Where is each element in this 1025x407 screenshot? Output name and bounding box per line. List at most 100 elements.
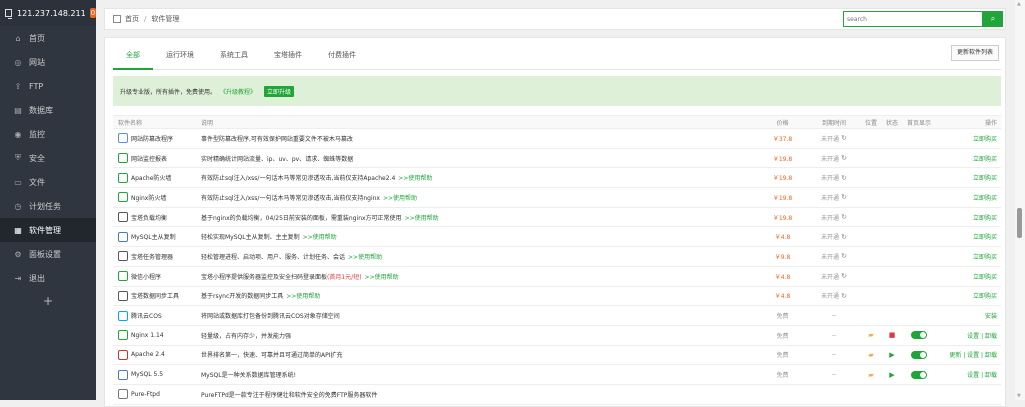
folder-icon[interactable]: ▰ (860, 371, 882, 379)
expire-cell: 未开通 ↻ (808, 252, 860, 261)
refresh-icon[interactable]: ↻ (841, 272, 847, 280)
action-link[interactable]: 更新 | 设置 | 卸载 (936, 350, 1001, 359)
tab-bt-plugins[interactable]: 宝塔插件 (261, 45, 315, 70)
play-icon[interactable]: ▶ (882, 371, 902, 379)
action-link[interactable]: 设置 | 卸载 (936, 331, 1001, 340)
tab-system-tools[interactable]: 系统工具 (207, 45, 261, 70)
add-shortcut-button[interactable]: + (0, 290, 96, 312)
breadcrumb: 首页 / 软件管理 (105, 14, 179, 24)
action-link[interactable]: 立即购买 (936, 272, 1001, 281)
action-link[interactable]: 设置 | 卸载 (936, 370, 1001, 379)
tab-paid-plugins[interactable]: 付费插件 (315, 45, 369, 70)
tab-all[interactable]: 全部 (113, 45, 153, 70)
help-link[interactable]: >>使用帮助 (398, 175, 432, 182)
scroll-up-icon[interactable]: ▲ (1017, 1, 1021, 7)
help-link[interactable]: >>使用帮助 (365, 274, 399, 281)
software-name-cell: MySQL 5.5 (113, 369, 201, 380)
help-link[interactable]: >>使用帮助 (348, 254, 382, 261)
action-link[interactable]: 立即购买 (936, 193, 1001, 202)
refresh-icon[interactable]: ↻ (841, 193, 847, 201)
help-link[interactable]: >>使用帮助 (303, 234, 337, 241)
software-name: 网站监控报表 (131, 155, 168, 163)
breadcrumb-current: 软件管理 (151, 15, 180, 23)
update-software-list-button[interactable]: 更新软件列表 (950, 45, 999, 61)
header-pos: 位置 (864, 119, 877, 127)
exit-icon: ⇥ (14, 273, 22, 283)
sidebar-item-7[interactable]: ◷ 计划任务 (0, 194, 96, 218)
help-link[interactable]: >>使用帮助 (286, 293, 320, 300)
refresh-icon[interactable]: ↻ (841, 292, 847, 300)
sidebar-item-1[interactable]: ◎ 网站 (0, 50, 96, 74)
help-link[interactable]: >>使用帮助 (383, 195, 417, 202)
action-link[interactable]: 立即购买 (936, 134, 1001, 143)
expire-text: 未开通 (821, 253, 840, 261)
promo-tutorial-link[interactable]: 《升级教程》 (220, 87, 256, 96)
sidebar-item-10[interactable]: ⇥ 退出 (0, 266, 96, 290)
refresh-icon[interactable]: ↻ (841, 134, 847, 142)
action-link[interactable]: 立即购买 (936, 252, 1001, 261)
sidebar-item-6[interactable]: ▭ 文件 (0, 170, 96, 194)
expire-cell: 未开通 ↻ (808, 232, 860, 242)
price: ￥9.8 (774, 253, 791, 261)
notification-badge[interactable]: 0 (89, 8, 96, 18)
breadcrumb-home[interactable]: 首页 (125, 14, 139, 24)
action-link[interactable]: 立即购买 (936, 173, 1001, 182)
refresh-icon[interactable]: ↻ (841, 213, 847, 221)
action-link[interactable]: 立即购买 (936, 291, 1001, 300)
folder-icon[interactable]: ▰ (860, 351, 882, 359)
table-row: 宝塔任务管理器 轻松管理进程、启动项、用户、服务、计划任务、会话 >>使用帮助 ￥9.… (113, 247, 1001, 267)
sidebar-item-3[interactable]: ▤ 数据库 (0, 98, 96, 122)
globe-icon: ◎ (14, 57, 22, 67)
price: ￥19.8 (772, 155, 793, 163)
price: 免费 (776, 313, 789, 321)
desc-text: 基于rsync开发的数据同步工具 (201, 293, 284, 301)
software-icon (118, 153, 128, 164)
action-link[interactable]: 立即购买 (936, 213, 1001, 222)
expire-text: 未开通 (821, 194, 840, 202)
expire-cell: -- (808, 312, 860, 319)
page-scrollbar[interactable]: ▲ ▼ (1015, 0, 1025, 400)
price: ￥4.8 (774, 293, 791, 301)
folder-icon[interactable]: ▰ (860, 331, 882, 339)
software-name-cell: 微信小程序 (113, 271, 201, 282)
expire-text: 未开通 (821, 135, 840, 143)
software-icon (118, 172, 128, 183)
sidebar-item-label: 安全 (29, 153, 45, 163)
action-link[interactable]: 安装 (936, 311, 1001, 320)
sidebar-item-2[interactable]: ⇪ FTP (0, 74, 96, 98)
sidebar-item-0[interactable]: ⌂ 首页 (0, 26, 96, 50)
home-display-toggle[interactable] (911, 331, 927, 340)
software-icon (118, 251, 128, 262)
home-display-toggle[interactable] (911, 370, 927, 379)
expire-text: -- (831, 331, 837, 339)
tab-runtime[interactable]: 运行环境 (153, 45, 207, 70)
stop-icon[interactable]: ■ (882, 331, 902, 339)
refresh-icon[interactable]: ↻ (841, 154, 847, 162)
sidebar-item-5[interactable]: ⛨ 安全 (0, 146, 96, 170)
search-button[interactable]: ⌕ (983, 11, 1003, 27)
help-link[interactable]: >>使用帮助 (405, 215, 439, 222)
software-icon (118, 271, 128, 282)
table-row: MySQL主从复制 轻松实现MySQL主从复制、主主复制 >>使用帮助 ￥4.8 未开通… (113, 227, 1001, 248)
scroll-thumb[interactable] (1017, 208, 1022, 238)
refresh-icon[interactable]: ↻ (841, 174, 847, 182)
expire-cell: 未开通 ↻ (808, 213, 860, 222)
scroll-down-icon[interactable]: ▼ (1017, 393, 1021, 399)
action-link[interactable]: 立即购买 (936, 154, 1001, 163)
search-input[interactable] (843, 11, 983, 27)
sidebar-item-label: 面板设置 (29, 249, 61, 259)
home-icon[interactable] (113, 15, 121, 23)
home-display-toggle[interactable] (911, 350, 927, 359)
action-link[interactable]: 立即购买 (936, 232, 1001, 241)
top-bar: 首页 / 软件管理 ⌕ (104, 8, 1006, 30)
sidebar-item-9[interactable]: ⚙ 面板设置 (0, 242, 96, 266)
refresh-icon[interactable]: ↻ (841, 233, 847, 241)
upgrade-button[interactable]: 立即升级 (264, 85, 295, 97)
refresh-icon[interactable]: ↻ (841, 252, 847, 260)
home-display-cell (902, 331, 936, 340)
sidebar-item-8[interactable]: ▦ 软件管理 (0, 218, 96, 242)
sidebar-item-4[interactable]: ◉ 监控 (0, 122, 96, 146)
expire-cell: -- (808, 351, 860, 358)
header-name: 软件名称 (118, 119, 143, 127)
play-icon[interactable]: ▶ (882, 351, 902, 359)
